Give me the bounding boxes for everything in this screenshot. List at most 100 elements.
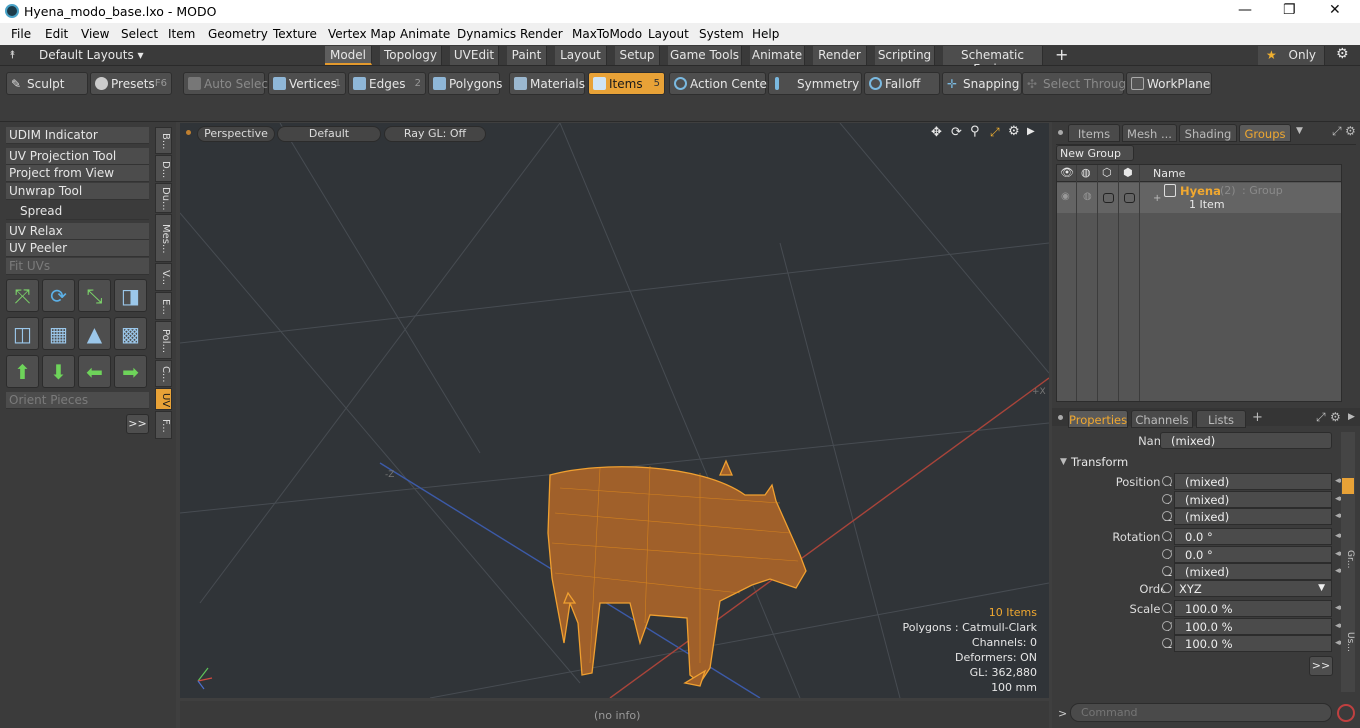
menu-vertex-map[interactable]: Vertex Map: [328, 27, 396, 41]
scale-x-field[interactable]: 100.0 %: [1174, 600, 1332, 617]
align-left-icon[interactable]: ⬅: [78, 355, 111, 388]
panel-settings-icon[interactable]: ⚙: [1330, 410, 1341, 424]
vertices-button[interactable]: Vertices 1: [268, 72, 346, 95]
tab-properties[interactable]: Properties: [1068, 410, 1128, 428]
rotation-y-anim-icon[interactable]: [1162, 549, 1172, 559]
shading-default-dropdown[interactable]: Default: [277, 126, 381, 142]
uv-grid-icon[interactable]: ▩: [114, 317, 147, 350]
menu-select[interactable]: Select: [121, 27, 158, 41]
order-anim-icon[interactable]: [1162, 583, 1172, 593]
menu-dynamics[interactable]: Dynamics: [457, 27, 516, 41]
scale-y-anim-icon[interactable]: [1162, 621, 1172, 631]
tab-animate[interactable]: Animate: [750, 46, 805, 65]
close-button[interactable]: ✕: [1329, 2, 1341, 18]
select-through-button[interactable]: ✣ Select Through: [1022, 72, 1134, 95]
tab-schematic-fusion[interactable]: Schematic Fusion: [943, 46, 1043, 76]
default-layouts-dropdown[interactable]: Default Layouts ▾: [39, 48, 144, 62]
vtab-mes[interactable]: Mes...: [155, 214, 172, 262]
viewport-settings-icon[interactable]: ⚙: [1008, 124, 1020, 139]
uv-cylinder-icon[interactable]: ◫: [6, 317, 39, 350]
tab-model[interactable]: Model: [325, 46, 372, 65]
add-tab-button[interactable]: +: [1252, 410, 1263, 425]
vtab-pol[interactable]: Pol...: [155, 321, 172, 359]
align-up-icon[interactable]: ⬆: [6, 355, 39, 388]
symmetry-button[interactable]: Symmetry: [768, 72, 862, 95]
more-properties-button[interactable]: >>: [1309, 656, 1333, 676]
lock-toggle-icon[interactable]: [1103, 193, 1114, 203]
vtab-c[interactable]: C...: [155, 360, 172, 387]
uv-pyramid-icon[interactable]: ▲: [78, 317, 111, 350]
menu-file[interactable]: File: [11, 27, 31, 41]
side-tab-us[interactable]: Us...: [1341, 632, 1355, 652]
uv-transform-icon[interactable]: ⤧: [6, 279, 39, 312]
position-x-field[interactable]: (mixed): [1174, 473, 1332, 490]
new-group-button[interactable]: New Group: [1056, 145, 1134, 161]
menu-texture[interactable]: Texture: [273, 27, 317, 41]
vtab-uv[interactable]: UV: [155, 388, 172, 410]
expand-icon[interactable]: ⤢: [1316, 410, 1326, 425]
tab-channels[interactable]: Channels: [1131, 410, 1193, 428]
viewport-menu-dot-icon[interactable]: [186, 130, 191, 135]
rotation-z-field[interactable]: (mixed): [1174, 563, 1332, 580]
tab-shading[interactable]: Shading: [1179, 124, 1237, 142]
orient-pieces-button[interactable]: Orient Pieces: [6, 392, 149, 409]
tab-topology[interactable]: Topology: [380, 46, 442, 65]
vtab-e[interactable]: E...: [155, 292, 172, 320]
tab-mesh[interactable]: Mesh ...: [1122, 124, 1177, 142]
uv-box-icon[interactable]: ◨: [114, 279, 147, 312]
vtab-f[interactable]: F...: [155, 411, 172, 439]
side-tab-gr[interactable]: Gr...: [1341, 550, 1355, 568]
order-dropdown[interactable]: XYZ ▼: [1174, 580, 1332, 597]
position-y-field[interactable]: (mixed): [1174, 491, 1332, 508]
position-z-field[interactable]: (mixed): [1174, 508, 1332, 525]
minimize-button[interactable]: —: [1238, 2, 1252, 18]
action-center-button[interactable]: Action Center: [669, 72, 772, 95]
sculpt-button[interactable]: ✎ Sculpt: [6, 72, 88, 95]
auto-select-button[interactable]: Auto Select: [183, 72, 273, 95]
zoom-icon[interactable]: ⚲: [970, 124, 980, 139]
scale-y-field[interactable]: 100.0 %: [1174, 618, 1332, 635]
menu-item[interactable]: Item: [168, 27, 195, 41]
project-from-view-button[interactable]: Project from View: [6, 165, 149, 182]
snapping-button[interactable]: ✛ Snapping: [942, 72, 1022, 95]
tab-items[interactable]: Items: [1068, 124, 1120, 142]
rotation-x-anim-icon[interactable]: [1162, 531, 1172, 541]
scale-z-anim-icon[interactable]: [1162, 638, 1172, 648]
align-down-icon[interactable]: ⬇: [42, 355, 75, 388]
name-field[interactable]: (mixed): [1160, 432, 1332, 449]
more-tools-button[interactable]: >>: [126, 414, 149, 434]
uv-peeler-button[interactable]: UV Peeler: [6, 240, 149, 257]
uv-scale-icon[interactable]: ⤡: [78, 279, 111, 312]
tab-uvedit[interactable]: UVEdit: [450, 46, 499, 65]
position-z-anim-icon[interactable]: [1162, 511, 1172, 521]
menu-render[interactable]: Render: [520, 27, 563, 41]
presets-button[interactable]: Presets F6: [90, 72, 172, 95]
vtab-du[interactable]: Du...: [155, 183, 172, 213]
maximize-button[interactable]: ❐: [1283, 2, 1296, 18]
tab-layout[interactable]: Layout: [555, 46, 607, 65]
select-toggle-icon[interactable]: [1124, 193, 1135, 203]
tab-lists[interactable]: Lists: [1196, 410, 1246, 428]
materials-button[interactable]: Materials: [509, 72, 585, 95]
only-toggle[interactable]: ★ Only: [1258, 46, 1325, 65]
expand-plus-icon[interactable]: +: [1153, 193, 1161, 204]
rotation-x-field[interactable]: 0.0 °: [1174, 528, 1332, 545]
tab-setup[interactable]: Setup: [615, 46, 660, 65]
falloff-button[interactable]: Falloff: [864, 72, 940, 95]
unwrap-tool-button[interactable]: Unwrap Tool: [6, 183, 149, 200]
menu-view[interactable]: View: [81, 27, 109, 41]
workplane-button[interactable]: WorkPlane: [1126, 72, 1212, 95]
orbit-icon[interactable]: ⟳: [951, 125, 962, 140]
vtab-v[interactable]: V...: [155, 263, 172, 291]
vtab-b[interactable]: B...: [155, 127, 172, 154]
command-input[interactable]: [1070, 703, 1332, 722]
visibility-eye-icon[interactable]: ◉: [1061, 191, 1070, 202]
uv-rotate-icon[interactable]: ⟳: [42, 279, 75, 312]
spread-header[interactable]: Spread: [6, 203, 149, 220]
add-tab-button[interactable]: +: [1055, 45, 1068, 64]
panel-menu-dot-icon[interactable]: [1058, 130, 1063, 135]
gear-icon[interactable]: ⚙: [1336, 46, 1349, 62]
render-toggle-icon[interactable]: ◍: [1083, 191, 1092, 202]
tab-paint[interactable]: Paint: [507, 46, 547, 65]
transform-header[interactable]: Transform: [1071, 455, 1128, 469]
